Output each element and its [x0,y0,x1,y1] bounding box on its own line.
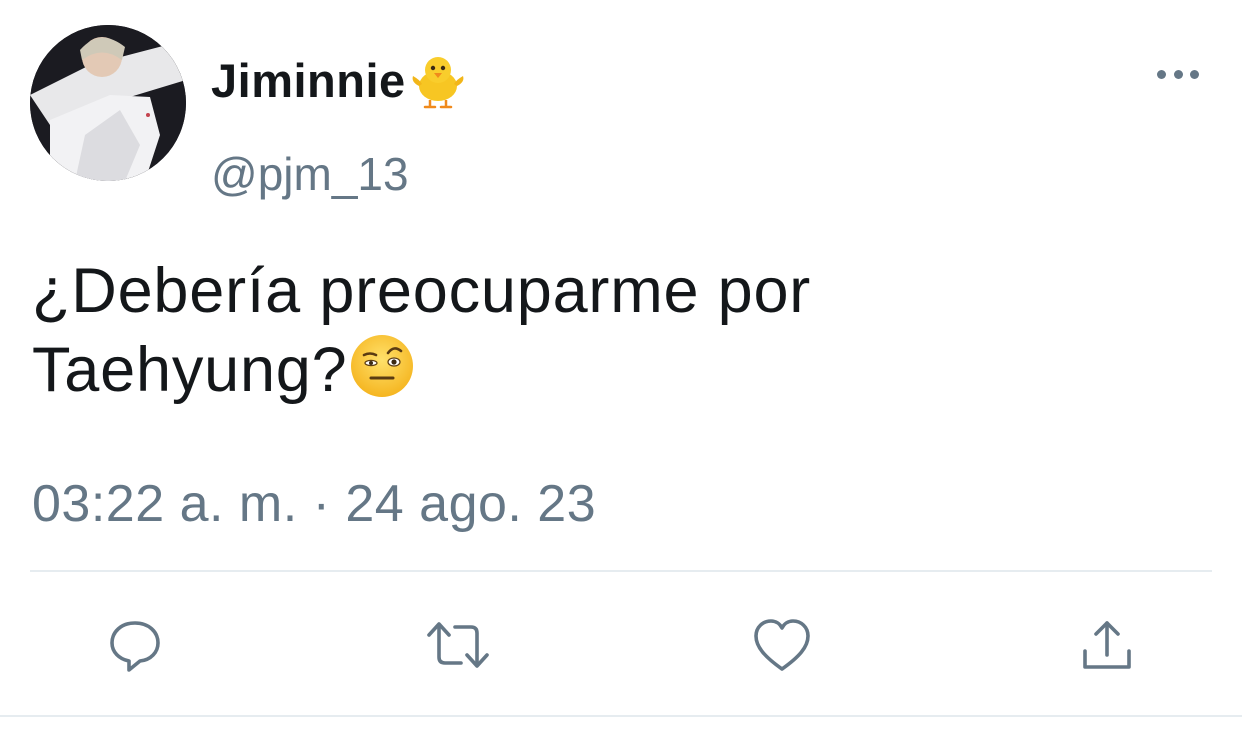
more-options-icon[interactable] [1157,62,1199,86]
share-button[interactable] [1074,612,1140,678]
avatar[interactable] [30,25,186,181]
face-with-raised-eyebrow-icon [349,333,415,399]
tweet-text-line-2: Taehyung? [32,335,348,405]
user-handle[interactable]: @pjm_13 [211,147,409,201]
reply-button[interactable] [102,612,168,678]
divider [30,570,1212,572]
reply-icon [110,621,160,672]
share-icon [1083,621,1131,669]
tweet-text-line-2-wrap: Taehyung? [32,331,1212,410]
tweet-text-line-1: ¿Debería preocuparme por [32,256,812,326]
divider-bottom [0,715,1242,717]
baby-chick-icon [408,50,468,110]
tweet-timestamp[interactable]: 03:22 a. m. · 24 ago. 23 [32,474,596,534]
display-name[interactable]: Jiminnie [211,50,468,110]
like-button[interactable] [749,612,815,678]
avatar-photo [30,25,186,181]
tweet-text: ¿Debería preocuparme por Taehyung? [32,252,1212,410]
display-name-text: Jiminnie [211,53,406,107]
heart-icon [754,619,810,671]
retweet-button[interactable] [425,612,491,678]
retweet-icon [427,622,489,668]
